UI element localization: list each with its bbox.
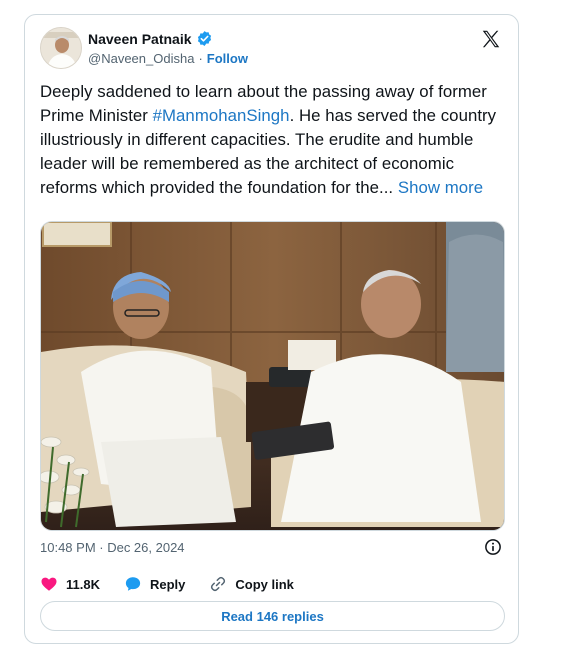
follow-button[interactable]: Follow <box>207 51 248 66</box>
reply-button[interactable]: Reply <box>124 575 185 593</box>
author-name-label: Naveen Patnaik <box>88 30 192 47</box>
read-replies-button[interactable]: Read 146 replies <box>40 601 505 631</box>
show-more-link[interactable]: Show more <box>398 178 483 197</box>
heart-icon <box>41 577 57 591</box>
tweet-card: Naveen Patnaik @Naveen_Odisha · Follow D… <box>24 14 519 644</box>
link-icon <box>211 576 226 592</box>
tweet-timestamp[interactable]: 10:48 PM · Dec 26, 2024 <box>40 540 185 555</box>
copy-link-button[interactable]: Copy link <box>209 575 294 593</box>
tweet-text: Deeply saddened to learn about the passi… <box>40 80 510 200</box>
reply-label: Reply <box>149 576 186 592</box>
author-meta: @Naveen_Odisha · Follow <box>88 51 248 66</box>
like-button[interactable]: 11.8K <box>40 575 100 593</box>
action-bar: 11.8K Reply Copy link <box>40 573 318 595</box>
author-handle[interactable]: @Naveen_Odisha <box>88 51 194 66</box>
avatar[interactable] <box>40 27 82 69</box>
read-replies-label: Read 146 replies <box>221 608 324 624</box>
x-logo-icon[interactable] <box>480 28 502 50</box>
hashtag-link[interactable]: #ManmohanSingh <box>153 106 290 125</box>
verified-badge-icon <box>197 31 211 46</box>
copy-link-label: Copy link <box>235 576 294 592</box>
tweet-photo[interactable] <box>40 221 505 531</box>
reply-bubble-icon <box>125 577 141 591</box>
meta-separator: · <box>198 51 203 66</box>
info-icon[interactable] <box>484 538 502 556</box>
author-name[interactable]: Naveen Patnaik <box>88 30 213 47</box>
like-count: 11.8K <box>66 576 100 592</box>
